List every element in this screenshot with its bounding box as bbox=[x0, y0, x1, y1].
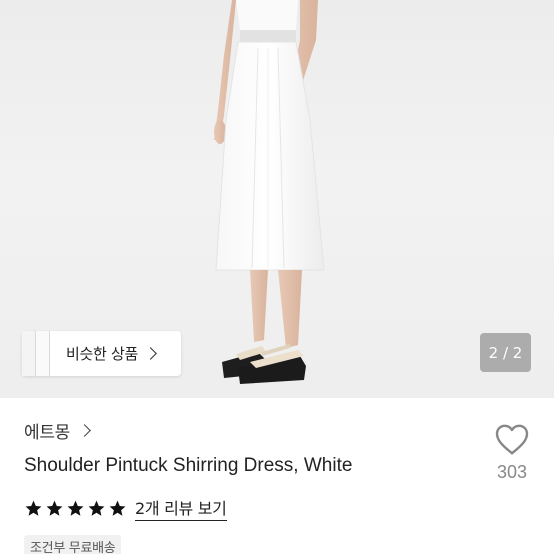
review-link[interactable]: 2개 리뷰 보기 bbox=[135, 495, 227, 521]
product-image-area[interactable]: 비슷한 상품 2 / 2 bbox=[0, 0, 554, 398]
rating-stars bbox=[24, 499, 127, 518]
like-button[interactable]: 303 bbox=[490, 422, 534, 483]
like-count: 303 bbox=[496, 462, 528, 482]
star-icon bbox=[25, 500, 42, 516]
rating-row: 2개 리뷰 보기 bbox=[24, 495, 227, 521]
star-icon bbox=[88, 500, 105, 516]
brand-name: 에트몽 bbox=[24, 423, 71, 443]
similar-products-button[interactable]: 비슷한 상품 bbox=[22, 331, 181, 376]
chevron-right-icon bbox=[144, 347, 157, 360]
product-info: 에트몽 Shoulder Pintuck Shirring Dress, Whi… bbox=[0, 398, 554, 554]
chevron-right-icon bbox=[78, 424, 91, 437]
similar-products-thumbnails bbox=[22, 331, 52, 376]
similar-products-label: 비슷한 상품 bbox=[66, 345, 138, 363]
image-page-counter: 2 / 2 bbox=[480, 333, 531, 372]
product-title: Shoulder Pintuck Shirring Dress, White bbox=[24, 455, 353, 476]
star-icon bbox=[67, 500, 84, 516]
shipping-badge: 조건부 무료배송 bbox=[24, 535, 122, 554]
star-icon bbox=[109, 500, 126, 516]
brand-link[interactable]: 에트몽 bbox=[24, 418, 91, 443]
heart-outline-icon bbox=[495, 424, 529, 455]
star-icon bbox=[46, 500, 63, 516]
